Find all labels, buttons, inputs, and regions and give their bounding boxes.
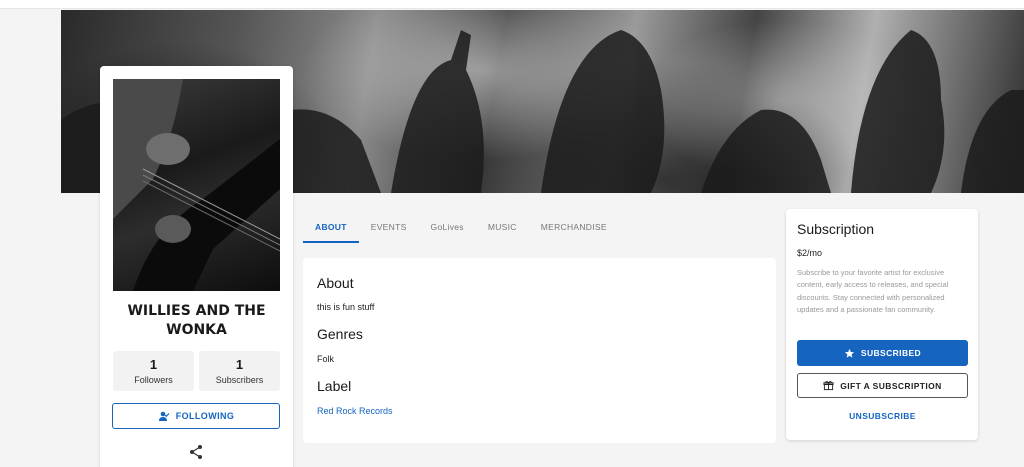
followers-label: Followers — [134, 375, 173, 385]
top-bar — [0, 0, 1024, 9]
genres-heading: Genres — [317, 326, 363, 342]
unsubscribe-button[interactable]: UNSUBSCRIBE — [797, 407, 968, 425]
share-icon[interactable] — [188, 444, 204, 460]
label-heading: Label — [317, 378, 352, 394]
followers-stat: 1 Followers — [113, 351, 194, 391]
about-text: this is fun stuff — [317, 302, 375, 312]
subscribed-button-label: SUBSCRIBED — [860, 348, 922, 358]
record-label-link[interactable]: Red Rock Records — [317, 406, 393, 416]
tab-merchandise[interactable]: MERCHANDISE — [529, 215, 619, 243]
person-check-icon — [158, 411, 170, 421]
following-button[interactable]: FOLLOWING — [112, 403, 280, 429]
subscription-description: Subscribe to your favorite artist for ex… — [797, 268, 949, 314]
subscribers-stat: 1 Subscribers — [199, 351, 280, 391]
about-heading: About — [317, 275, 354, 291]
star-icon — [844, 348, 854, 358]
tab-about[interactable]: ABOUT — [303, 215, 359, 243]
artist-profile-card: WILLIES AND THE WONKA 1 Followers 1 Subs… — [100, 66, 293, 467]
gift-icon — [823, 380, 834, 391]
subscribed-button[interactable]: SUBSCRIBED — [797, 340, 968, 366]
gift-subscription-label: GIFT A SUBSCRIPTION — [840, 380, 942, 391]
subscribers-label: Subscribers — [215, 375, 264, 385]
tab-golives[interactable]: GoLives — [419, 215, 476, 243]
followers-count: 1 — [149, 357, 158, 372]
gift-subscription-button[interactable]: GIFT A SUBSCRIPTION — [797, 373, 968, 398]
subscription-card: Subscription $2/mo Subscribe to your fav… — [786, 209, 978, 440]
tab-events[interactable]: EVENTS — [359, 215, 419, 243]
genres-text: Folk — [317, 354, 335, 364]
artist-photo — [113, 79, 280, 291]
subscribers-count: 1 — [235, 357, 244, 372]
subscription-price: $2/mo — [797, 248, 823, 258]
about-card: About this is fun stuff Genres Folk Labe… — [303, 258, 776, 443]
subscription-title: Subscription — [797, 221, 875, 237]
artist-tabs: ABOUT EVENTS GoLives MUSIC MERCHANDISE — [303, 215, 619, 243]
artist-name: WILLIES AND THE WONKA — [127, 303, 266, 338]
tab-music[interactable]: MUSIC — [476, 215, 529, 243]
following-button-label: FOLLOWING — [175, 411, 235, 421]
